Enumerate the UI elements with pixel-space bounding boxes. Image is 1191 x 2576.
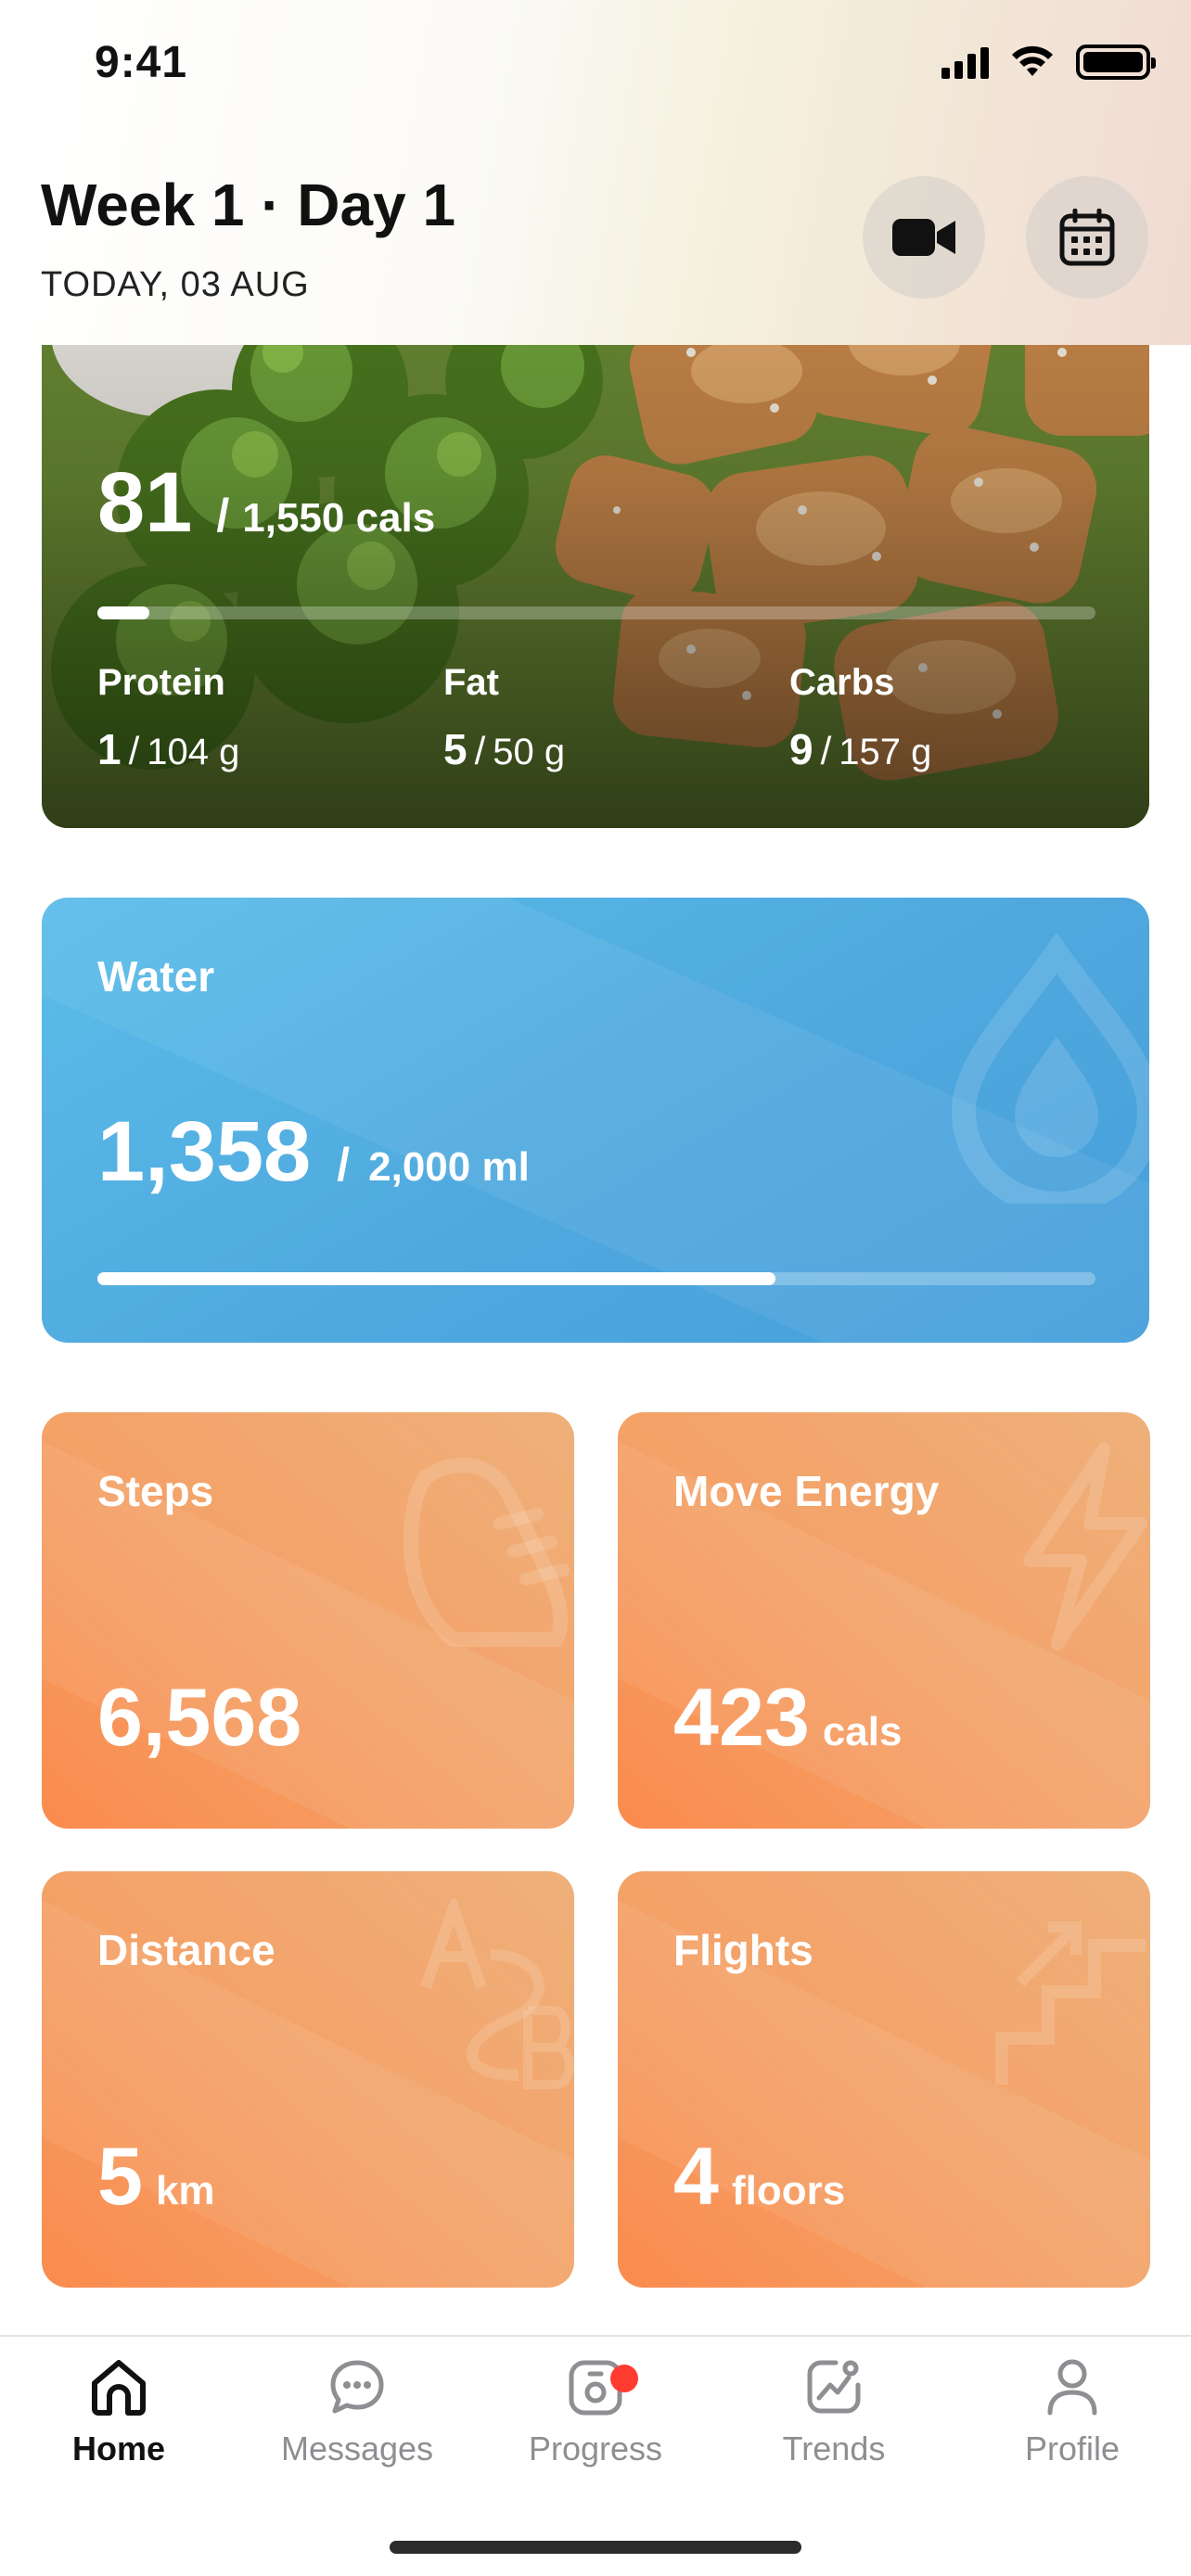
- calories-separator: /: [216, 490, 230, 542]
- macro-label: Carbs: [789, 662, 895, 703]
- tab-label: Progress: [528, 2429, 663, 2468]
- calendar-button[interactable]: [1026, 176, 1148, 299]
- macro-current: 1: [97, 725, 122, 773]
- home-indicator: [390, 2541, 801, 2554]
- macro-separator: /: [820, 729, 832, 772]
- flights-value: 4: [673, 2130, 719, 2222]
- calories-progress-bar: [97, 606, 1095, 619]
- tab-label: Home: [71, 2429, 166, 2468]
- header-area: 9:41 Week 1 · Day 1 TODAY, 03 AUG: [0, 0, 1191, 345]
- calendar-icon: [1059, 209, 1115, 266]
- macro-goal: 157 g: [839, 732, 932, 772]
- tab-profile[interactable]: Profile: [954, 2357, 1191, 2468]
- tab-label: Profile: [1024, 2429, 1121, 2468]
- macro-goal: 104 g: [147, 732, 240, 772]
- water-title: Water: [97, 952, 215, 1001]
- water-progress-fill: [97, 1272, 775, 1285]
- steps-tile[interactable]: Steps 6,568: [42, 1412, 574, 1829]
- macro-fat: Fat 5 / 50 g: [443, 662, 565, 774]
- home-icon: [92, 2360, 146, 2416]
- status-icons: [941, 45, 1156, 80]
- macro-separator: /: [128, 729, 140, 772]
- water-summary: 1,358 / 2,000 ml: [97, 1103, 530, 1201]
- chat-bubble-icon: [330, 2360, 384, 2414]
- macro-protein: Protein 1 / 104 g: [97, 662, 239, 774]
- water-card[interactable]: Water 1,358 / 2,000 ml: [42, 898, 1149, 1343]
- tab-trends[interactable]: Trends: [715, 2357, 953, 2468]
- move-energy-title: Move Energy: [673, 1467, 940, 1515]
- move-energy-unit: cals: [822, 1709, 903, 1754]
- distance-value: 5: [97, 2130, 143, 2222]
- tab-label: Trends: [782, 2429, 886, 2468]
- water-drop-icon: [951, 932, 1149, 1204]
- steps-value: 6,568: [97, 1671, 302, 1763]
- flights-title: Flights: [673, 1926, 813, 1974]
- water-progress-bar: [97, 1272, 1095, 1285]
- macro-carbs: Carbs 9 / 157 g: [789, 662, 931, 774]
- move-energy-tile[interactable]: Move Energy 423 cals: [618, 1412, 1150, 1829]
- status-time: 9:41: [95, 38, 188, 87]
- water-goal: 2,000 ml: [368, 1144, 530, 1190]
- tab-bar: Home Messages Progress Trends Profile: [0, 2335, 1191, 2576]
- video-call-button[interactable]: [863, 176, 985, 299]
- water-separator: /: [337, 1139, 351, 1191]
- page-date: TODAY, 03 AUG: [41, 265, 310, 304]
- a-to-b-icon: [420, 1899, 574, 2089]
- lightning-icon: [1023, 1443, 1147, 1651]
- macro-goal: 50 g: [493, 732, 566, 772]
- calories-goal: 1,550 cals: [242, 495, 436, 541]
- steps-title: Steps: [97, 1467, 214, 1515]
- macro-label: Fat: [443, 662, 499, 703]
- flights-tile[interactable]: Flights 4 floors: [618, 1871, 1150, 2288]
- tab-home[interactable]: Home: [0, 2357, 237, 2468]
- distance-title: Distance: [97, 1926, 275, 1974]
- flights-unit: floors: [731, 2168, 846, 2213]
- shoe-icon: [403, 1458, 570, 1647]
- battery-icon: [1076, 45, 1156, 80]
- tab-messages[interactable]: Messages: [238, 2357, 476, 2468]
- calories-progress-fill: [97, 606, 149, 619]
- tab-label: Messages: [280, 2429, 434, 2468]
- calories-consumed: 81: [97, 455, 193, 550]
- chart-icon: [807, 2360, 861, 2414]
- person-icon: [1047, 2359, 1097, 2416]
- notification-badge: [610, 2365, 638, 2392]
- calories-card[interactable]: 81 / 1,550 cals Protein 1 / 104 g Fat 5 …: [42, 278, 1149, 828]
- distance-unit: km: [155, 2168, 215, 2213]
- cellular-signal-icon: [941, 45, 989, 79]
- macro-current: 9: [789, 725, 813, 773]
- video-camera-icon: [892, 219, 955, 256]
- water-value: 1,358: [97, 1104, 312, 1199]
- wifi-icon: [1012, 45, 1053, 76]
- distance-tile[interactable]: Distance 5 km: [42, 1871, 574, 2288]
- macro-label: Protein: [97, 662, 225, 703]
- macro-separator: /: [474, 729, 486, 772]
- macro-current: 5: [443, 725, 467, 773]
- tab-progress[interactable]: Progress: [477, 2357, 714, 2468]
- calories-summary: 81 / 1,550 cals: [97, 454, 435, 552]
- move-energy-value: 423: [673, 1671, 810, 1763]
- stairs-icon: [995, 1921, 1146, 2085]
- page-title: Week 1 · Day 1: [41, 172, 456, 238]
